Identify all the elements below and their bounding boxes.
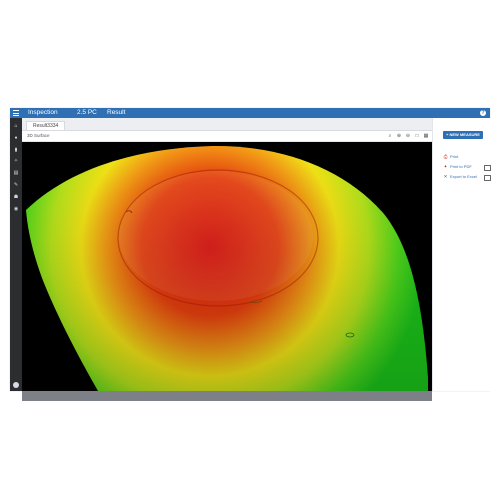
search-icon[interactable]: ⌕ <box>387 133 393 139</box>
breadcrumb-result[interactable]: Result <box>107 109 125 117</box>
view-header: 3D Surface ⌕ ⊕ ⊖ □ ▦ <box>22 131 432 142</box>
grid-icon[interactable]: ▦ <box>423 133 429 139</box>
view-title: 3D Surface <box>27 133 50 138</box>
print-action[interactable]: ⎙ Print <box>443 154 459 160</box>
tools-icon[interactable]: ✧ <box>13 158 19 164</box>
right-panel: + NEW MEASURE ⎙ Print ✦ Print to PDF ✕ Expo… <box>432 118 491 391</box>
folder-icon[interactable] <box>484 165 491 171</box>
home-icon[interactable]: ⌂ <box>13 123 19 129</box>
app-window: Inspection 2.5 PC Result ? ⌂ ● ▮ ✧ ▤ ✎ ☗… <box>10 108 491 401</box>
sidebar: ⌂ ● ▮ ✧ ▤ ✎ ☗ ◉ <box>10 118 22 391</box>
hamburger-menu-icon[interactable] <box>13 110 19 116</box>
excel-icon: ✕ <box>443 174 448 180</box>
new-measure-button[interactable]: + NEW MEASURE <box>443 131 483 139</box>
user-avatar-icon[interactable] <box>13 382 19 388</box>
zoom-in-icon[interactable]: ⊕ <box>396 133 402 139</box>
print-icon: ⎙ <box>443 154 448 160</box>
export-to-excel-action[interactable]: ✕ Export to Excel <box>443 174 477 180</box>
pdf-icon: ✦ <box>443 164 448 170</box>
top-bar: Inspection 2.5 PC Result ? <box>10 108 490 118</box>
print-to-pdf-label: Print to PDF <box>450 164 472 169</box>
layers-icon[interactable]: ▤ <box>13 170 19 176</box>
target-icon[interactable]: ◉ <box>13 206 19 212</box>
users-icon[interactable]: ☗ <box>13 194 19 200</box>
breadcrumb-2-5-pc[interactable]: 2.5 PC <box>77 109 97 117</box>
3d-surface-viewport[interactable] <box>22 142 432 391</box>
view-toolbar: ⌕ ⊕ ⊖ □ ▦ <box>384 133 429 139</box>
wrench-icon[interactable]: ✎ <box>13 182 19 188</box>
breadcrumb-inspection[interactable]: Inspection <box>28 109 58 117</box>
help-icon[interactable]: ? <box>480 110 486 116</box>
export-to-excel-label: Export to Excel <box>450 174 477 179</box>
globe-icon[interactable]: ● <box>13 135 19 141</box>
status-footer <box>22 391 432 401</box>
3d-surface-render <box>26 145 428 391</box>
tab-result[interactable]: Result3334 <box>26 121 66 130</box>
print-to-pdf-action[interactable]: ✦ Print to PDF <box>443 164 472 170</box>
zoom-out-icon[interactable]: ⊖ <box>405 133 411 139</box>
folder-icon[interactable] <box>484 175 491 181</box>
tab-bar: Result3334 <box>22 118 432 131</box>
print-label: Print <box>450 154 459 159</box>
book-icon[interactable]: ▮ <box>13 147 19 153</box>
main-area: Result3334 3D Surface ⌕ ⊕ ⊖ □ ▦ <box>22 118 432 401</box>
fit-view-icon[interactable]: □ <box>414 133 420 139</box>
